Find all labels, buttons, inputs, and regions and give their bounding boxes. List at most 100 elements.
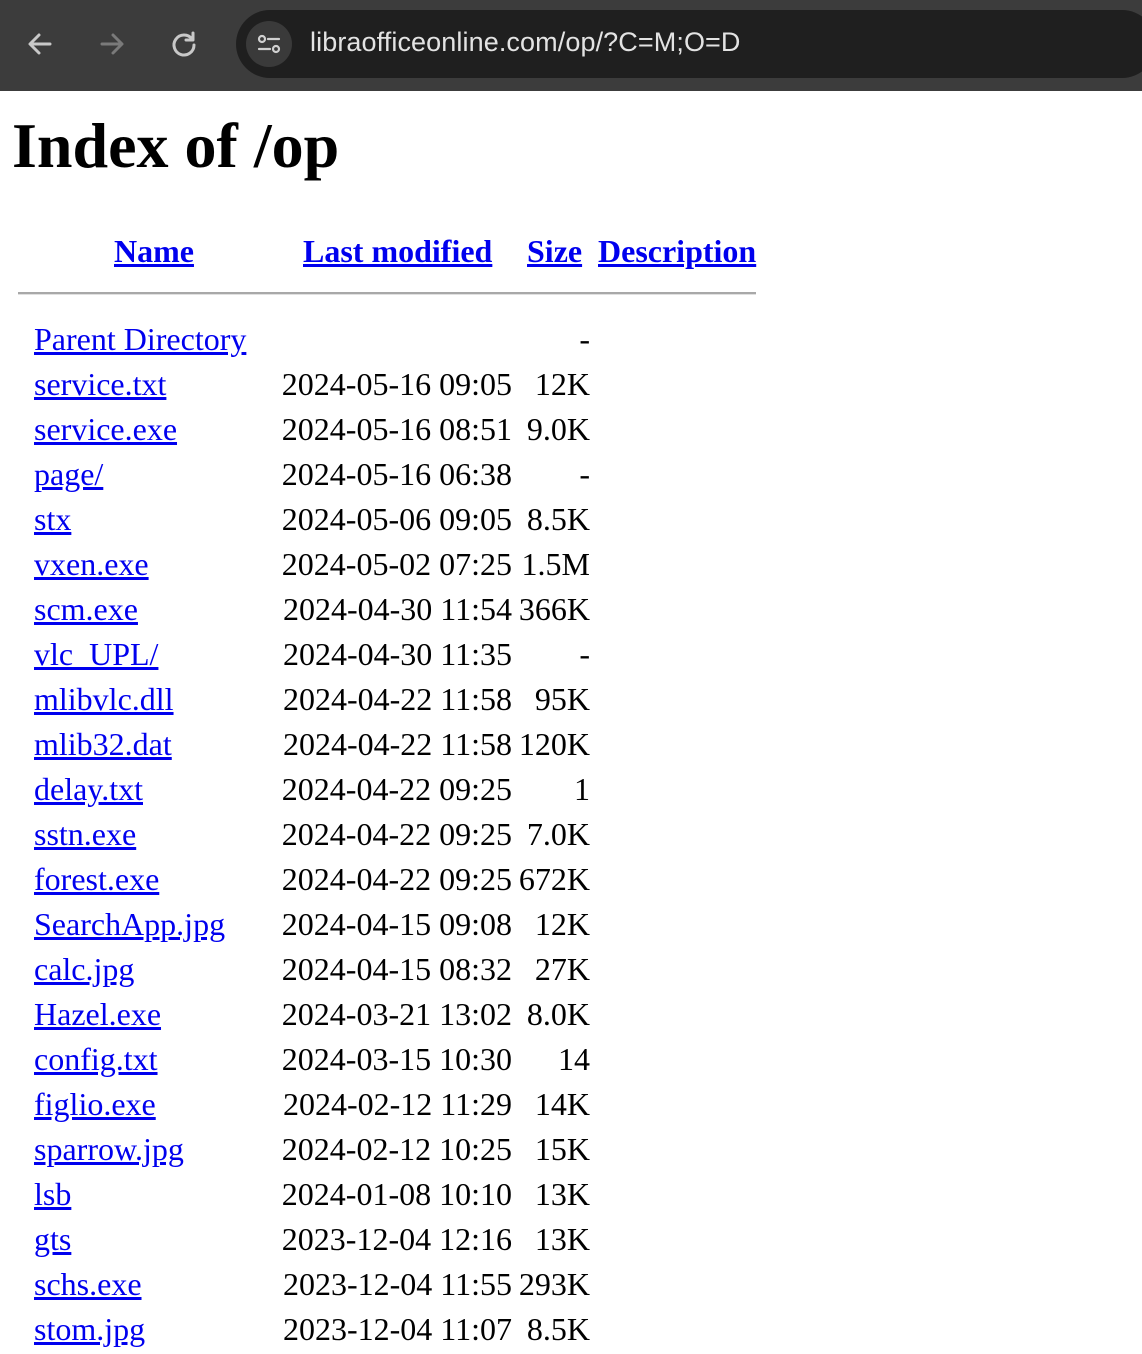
last-modified-cell: 2024-04-22 09:25 [281,861,512,897]
reload-button[interactable] [164,22,204,66]
last-modified-cell: 2023-12-04 12:16 [281,1221,512,1257]
file-list: Parent Directory - service.txt 2024-05-16 0… [0,319,800,1354]
last-modified-cell: 2024-05-16 06:38 [281,456,512,492]
url-text[interactable]: libraofficeonline.com/op/?C=M;O=D [310,27,741,58]
file-link[interactable]: stom.jpg [34,1309,145,1349]
forward-button[interactable] [92,22,132,66]
file-link[interactable]: mlib32.dat [34,724,172,764]
file-link[interactable]: Hazel.exe [34,994,161,1034]
table-row: forest.exe 2024-04-22 09:25 672K [0,859,800,904]
table-row: gts 2023-12-04 12:16 13K [0,1219,800,1264]
table-row: delay.txt 2024-04-22 09:25 1 [0,769,800,814]
table-row: page/2024-05-16 06:38 - [0,454,800,499]
table-row: mlib32.dat 2024-04-22 11:58 120K [0,724,800,769]
address-bar[interactable]: libraofficeonline.com/op/?C=M;O=D [236,10,1142,78]
size-cell: 120K [518,726,590,762]
last-modified-cell: 2023-12-04 11:55 [282,1266,512,1302]
file-link[interactable]: stx [34,499,71,539]
size-cell: 13K [534,1176,590,1212]
last-modified-cell: 2024-04-22 09:25 [281,816,512,852]
last-modified-cell: 2024-04-30 11:54 [282,591,512,627]
last-modified-cell: 2024-05-06 09:05 [281,501,512,537]
size-cell: 672K [518,861,590,897]
file-link[interactable]: schs.exe [34,1264,142,1304]
column-header-size[interactable]: Size [527,231,582,271]
size-cell: 8.5K [526,501,590,537]
tune-icon [257,34,281,54]
file-link[interactable]: mlibvlc.dll [34,679,174,719]
table-row: Parent Directory - [0,319,800,364]
file-link[interactable]: page/ [34,454,103,494]
size-cell: 14 [558,1041,590,1077]
file-link[interactable]: vlc_UPL/ [34,634,158,674]
table-row: schs.exe 2023-12-04 11:55 293K [0,1264,800,1309]
last-modified-cell: 2024-04-22 09:25 [281,771,512,807]
table-row: Hazel.exe 2024-03-21 13:02 8.0K [0,994,800,1039]
table-row: service.txt 2024-05-16 09:05 12K [0,364,800,409]
table-row: sparrow.jpg 2024-02-12 10:25 15K [0,1129,800,1174]
table-row: sstn.exe 2024-04-22 09:25 7.0K [0,814,800,859]
table-row: vlc_UPL/2024-04-30 11:35 - [0,634,800,679]
file-link[interactable]: gts [34,1219,71,1259]
file-link[interactable]: service.txt [34,364,166,404]
arrow-left-icon [28,33,52,55]
last-modified-cell: 2023-12-04 11:07 [282,1311,512,1347]
column-header-last-modified[interactable]: Last modified [303,231,492,271]
size-cell: 14K [534,1086,590,1122]
last-modified-cell: 2024-02-12 11:29 [282,1086,512,1122]
file-link[interactable]: calc.jpg [34,949,134,989]
table-row: mlibvlc.dll 2024-04-22 11:58 95K [0,679,800,724]
file-link[interactable]: figlio.exe [34,1084,156,1124]
table-row: vxen.exe 2024-05-02 07:25 1.5M [0,544,800,589]
size-cell: 13K [534,1221,590,1257]
last-modified-cell: 2024-03-21 13:02 [281,996,512,1032]
site-info-button[interactable] [246,21,292,67]
file-link[interactable]: config.txt [34,1039,158,1079]
column-header-name[interactable]: Name [114,231,194,271]
table-row: stx 2024-05-06 09:05 8.5K [0,499,800,544]
last-modified-cell: 2024-04-22 11:58 [282,681,512,717]
file-link[interactable]: vxen.exe [34,544,149,584]
size-cell: 8.5K [526,1311,590,1347]
file-link[interactable]: delay.txt [34,769,143,809]
table-row: service.exe 2024-05-16 08:51 9.0K [0,409,800,454]
file-link[interactable]: sparrow.jpg [34,1129,184,1169]
reload-icon [172,31,196,57]
size-cell: 1 [574,771,590,807]
column-header-description[interactable]: Description [598,231,756,271]
file-link[interactable]: forest.exe [34,859,159,899]
table-row: scm.exe 2024-04-30 11:54 366K [0,589,800,634]
last-modified-cell: 2024-05-02 07:25 [281,546,512,582]
size-cell: 95K [534,681,590,717]
arrow-right-icon [100,33,124,55]
last-modified-cell: 2024-01-08 10:10 [281,1176,512,1212]
last-modified-cell: 2024-04-22 11:58 [282,726,512,762]
file-link[interactable]: lsb [34,1174,71,1214]
last-modified-cell: 2024-03-15 10:30 [281,1041,512,1077]
table-row: lsb 2024-01-08 10:10 13K [0,1174,800,1219]
browser-toolbar: libraofficeonline.com/op/?C=M;O=D [0,0,1142,91]
size-cell: 15K [534,1131,590,1167]
size-cell: 7.0K [526,816,590,852]
size-cell: 8.0K [526,996,590,1032]
size-cell: 12K [534,906,590,942]
last-modified-cell: 2024-04-30 11:35 [282,636,512,672]
size-cell: - [579,636,590,672]
size-cell: 12K [534,366,590,402]
last-modified-cell: 2024-05-16 09:05 [281,366,512,402]
size-cell: 366K [518,591,590,627]
back-button[interactable] [20,22,60,66]
size-cell: 9.0K [526,411,590,447]
size-cell: - [579,456,590,492]
file-link[interactable]: scm.exe [34,589,138,629]
size-cell: 27K [534,951,590,987]
table-row: figlio.exe 2024-02-12 11:29 14K [0,1084,800,1129]
file-link[interactable]: sstn.exe [34,814,136,854]
last-modified-cell: 2024-02-12 10:25 [281,1131,512,1167]
parent-directory-link[interactable]: Parent Directory [34,319,246,359]
table-row: calc.jpg 2024-04-15 08:32 27K [0,949,800,994]
file-link[interactable]: service.exe [34,409,177,449]
file-link[interactable]: SearchApp.jpg [34,904,225,944]
table-row: config.txt 2024-03-15 10:30 14 [0,1039,800,1084]
header-divider [18,292,756,295]
